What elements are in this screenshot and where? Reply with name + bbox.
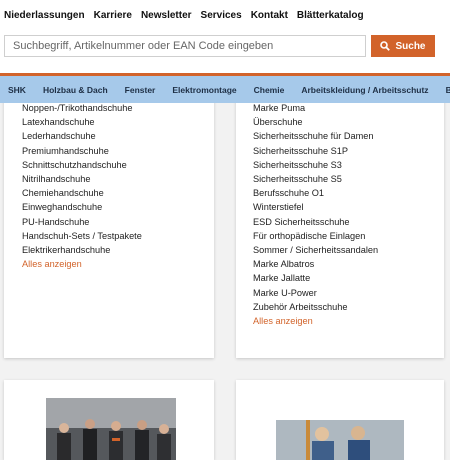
list-item[interactable]: PU-Handschuhe [22, 215, 142, 229]
site-header: Niederlassungen Karriere Newsletter Serv… [0, 0, 450, 76]
gloves-category-list: Noppen-/Trikothandschuhe Latexhandschuhe… [22, 101, 142, 271]
show-all-link[interactable]: Alles anzeigen [253, 314, 378, 328]
list-item[interactable]: Sicherheitsschuhe S3 [253, 158, 378, 172]
shoes-category-list: Marke Puma Überschuhe Sicherheitsschuhe … [253, 101, 378, 328]
list-item[interactable]: Lederhandschuhe [22, 129, 142, 143]
list-item[interactable]: Für orthopädische Einlagen [253, 229, 378, 243]
list-item[interactable]: Einweghandschuhe [22, 200, 142, 214]
search-input[interactable] [4, 35, 366, 57]
gloves-category-card: Noppen-/Trikothandschuhe Latexhandschuhe… [4, 90, 214, 358]
list-item[interactable]: Noppen-/Trikothandschuhe [22, 101, 142, 115]
search-icon [380, 41, 391, 51]
link-niederlassungen[interactable]: Niederlassungen [4, 10, 85, 21]
show-all-link[interactable]: Alles anzeigen [22, 257, 142, 271]
nav-item-holzbau-dach[interactable]: Holzbau & Dach [34, 85, 108, 95]
nav-item-arbeitskleidung[interactable]: Arbeitskleidung / Arbeitsschutz [292, 85, 428, 95]
workwear-team-photo [46, 398, 176, 460]
category-nav: SHK Holzbau & Dach Fenster Elektromontag… [0, 76, 450, 103]
list-item[interactable]: Sicherheitsschuhe S1P [253, 144, 378, 158]
nav-item-chemie[interactable]: Chemie [245, 85, 285, 95]
safety-shoes-teaser-card[interactable] [236, 380, 444, 460]
nav-item-fenster[interactable]: Fenster [116, 85, 156, 95]
link-kontakt[interactable]: Kontakt [251, 10, 288, 21]
link-services[interactable]: Services [201, 10, 242, 21]
workers-photo [276, 420, 404, 460]
list-item[interactable]: Latexhandschuhe [22, 115, 142, 129]
list-item[interactable]: Zubehör Arbeitsschuhe [253, 300, 378, 314]
list-item[interactable]: Marke Albatros [253, 257, 378, 271]
list-item[interactable]: Sicherheitsschuhe S5 [253, 172, 378, 186]
list-item[interactable]: Winterstiefel [253, 200, 378, 214]
list-item[interactable]: Schnittschutzhandschuhe [22, 158, 142, 172]
list-item[interactable]: Berufsschuhe O1 [253, 186, 378, 200]
list-item[interactable]: Elektrikerhandschuhe [22, 243, 142, 257]
list-item[interactable]: Marke Jallatte [253, 271, 378, 285]
search-button-label: Suche [395, 40, 426, 52]
nav-item-betriebsausstattung[interactable]: Betriebsaus [437, 85, 450, 95]
service-links: Niederlassungen Karriere Newsletter Serv… [4, 10, 364, 21]
list-item[interactable]: Sommer / Sicherheitssandalen [253, 243, 378, 257]
link-newsletter[interactable]: Newsletter [141, 10, 192, 21]
list-item[interactable]: Überschuhe [253, 115, 378, 129]
nav-item-shk[interactable]: SHK [0, 85, 26, 95]
list-item[interactable]: Marke U-Power [253, 286, 378, 300]
list-item[interactable]: Handschuh-Sets / Testpakete [22, 229, 142, 243]
link-blaetterkatalog[interactable]: Blätterkatalog [297, 10, 364, 21]
list-item[interactable]: Sicherheitsschuhe für Damen [253, 129, 378, 143]
shoes-category-card: Marke Puma Überschuhe Sicherheitsschuhe … [236, 90, 444, 358]
workwear-teaser-card[interactable] [4, 380, 214, 460]
list-item[interactable]: ESD Sicherheitsschuhe [253, 215, 378, 229]
nav-item-elektromontage[interactable]: Elektromontage [163, 85, 236, 95]
list-item[interactable]: Nitrilhandschuhe [22, 172, 142, 186]
search-button[interactable]: Suche [371, 35, 435, 57]
list-item[interactable]: Premiumhandschuhe [22, 144, 142, 158]
link-karriere[interactable]: Karriere [94, 10, 132, 21]
list-item[interactable]: Marke Puma [253, 101, 378, 115]
list-item[interactable]: Chemiehandschuhe [22, 186, 142, 200]
